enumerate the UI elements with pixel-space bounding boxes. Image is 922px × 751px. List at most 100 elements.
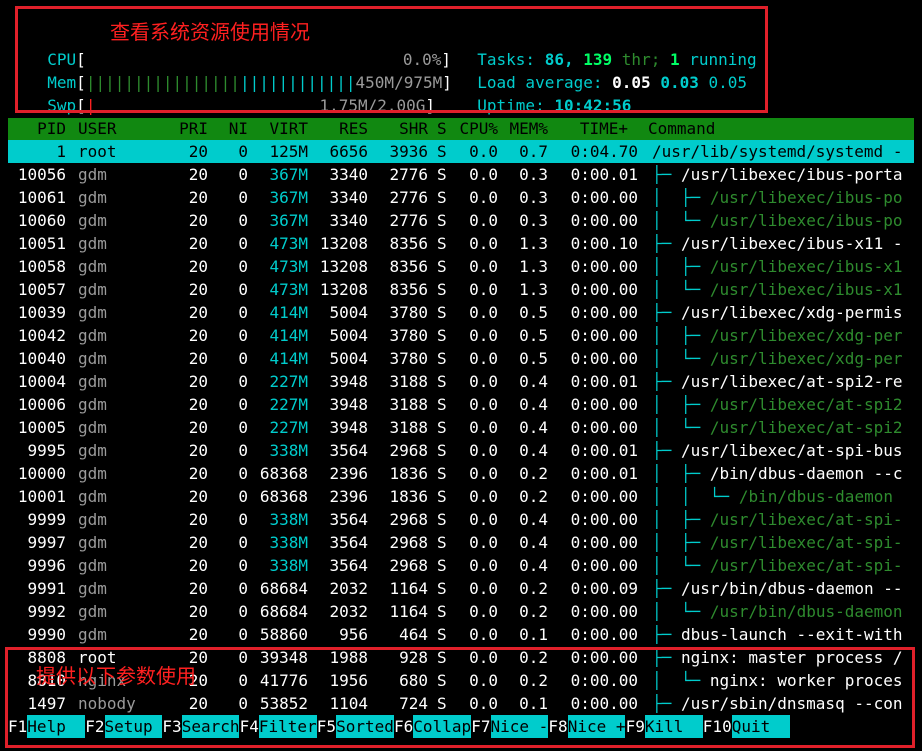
tree-branch: │ ├─: [652, 257, 710, 276]
cell-pri: 20: [188, 579, 208, 598]
tree-branch: ├─: [652, 625, 681, 644]
cell-pri: 20: [188, 188, 208, 207]
cell-command: /usr/libexec/at-spi-: [709, 533, 903, 552]
process-row[interactable]: 10057 gdm 20 0 473M 13208 8356 S 0.0 1.3 0:00.00 │ …: [8, 278, 914, 301]
cell-s: S: [437, 142, 447, 161]
process-row[interactable]: 10060 gdm 20 0 367M 3340 2776 S 0.0 0.3 0:00.00 │ └…: [8, 209, 914, 232]
cell-command: /usr/libexec/ibus-x1: [709, 280, 903, 299]
cell-mem: 0.2: [519, 579, 548, 598]
cell-time: 0:00.00: [570, 188, 638, 207]
cell-shr: 3936: [389, 142, 428, 161]
cell-shr: 2776: [389, 165, 428, 184]
column-header-user[interactable]: USER: [78, 118, 117, 140]
process-row[interactable]: 10006 gdm 20 0 227M 3948 3188 S 0.0 0.4 0:00.00 │ ├…: [8, 393, 914, 416]
cell-shr: 3780: [389, 326, 428, 345]
cell-time: 0:00.00: [570, 602, 638, 621]
process-row[interactable]: 9995 gdm 20 0 338M 3564 2968 S 0.0 0.4 0:00.01 ├─ /…: [8, 439, 914, 462]
process-row[interactable]: 10061 gdm 20 0 367M 3340 2776 S 0.0 0.3 0:00.00 │ ├…: [8, 186, 914, 209]
process-row[interactable]: 10040 gdm 20 0 414M 5004 3780 S 0.0 0.5 0:00.00 │ └…: [8, 347, 914, 370]
cell-cpu: 0.0: [469, 326, 498, 345]
cell-ni: 0: [238, 464, 248, 483]
column-header-s[interactable]: S: [437, 118, 447, 140]
column-header-shr[interactable]: SHR: [399, 118, 428, 140]
cell-cpu: 0.0: [469, 579, 498, 598]
cell-res: 3564: [329, 441, 368, 460]
cell-virt: 338M: [269, 510, 308, 529]
cell-s: S: [437, 280, 447, 299]
process-row[interactable]: 10058 gdm 20 0 473M 13208 8356 S 0.0 1.3 0:00.00 │ …: [8, 255, 914, 278]
cell-time: 0:00.00: [570, 533, 638, 552]
process-row[interactable]: 10051 gdm 20 0 473M 13208 8356 S 0.0 1.3 0:00.10 ├─…: [8, 232, 914, 255]
process-row[interactable]: 9991 gdm 20 0 68684 2032 1164 S 0.0 0.2 0:00.09 ├─ …: [8, 577, 914, 600]
column-header-virt[interactable]: VIRT: [269, 118, 308, 140]
cell-cpu: 0.0: [469, 280, 498, 299]
process-row[interactable]: 10042 gdm 20 0 414M 5004 3780 S 0.0 0.5 0:00.00 │ ├…: [8, 324, 914, 347]
cell-pid: 10000: [17, 464, 66, 483]
process-row[interactable]: 9990 gdm 20 0 58860 956 464 S 0.0 0.1 0:00.00 ├─ db…: [8, 623, 914, 646]
process-row[interactable]: 10056 gdm 20 0 367M 3340 2776 S 0.0 0.3 0:00.01 ├─ …: [8, 163, 914, 186]
cell-pid: 10006: [17, 395, 66, 414]
cell-virt: 68684: [259, 579, 308, 598]
process-row[interactable]: 9992 gdm 20 0 68684 2032 1164 S 0.0 0.2 0:00.00 │ └…: [8, 600, 914, 623]
cell-s: S: [437, 303, 447, 322]
cell-res: 3564: [329, 556, 368, 575]
process-row[interactable]: 10039 gdm 20 0 414M 5004 3780 S 0.0 0.5 0:00.00 ├─ …: [8, 301, 914, 324]
cell-pri: 20: [188, 533, 208, 552]
cell-shr: 2776: [389, 211, 428, 230]
cell-ni: 0: [238, 625, 248, 644]
column-header-command[interactable]: Command: [648, 118, 715, 140]
cell-pid: 10051: [17, 234, 66, 253]
cell-pri: 20: [188, 487, 208, 506]
cell-shr: 2968: [389, 441, 428, 460]
cell-res: 13208: [319, 280, 368, 299]
cell-cpu: 0.0: [469, 303, 498, 322]
column-header-pri[interactable]: PRI: [179, 118, 208, 140]
cell-virt: 68684: [259, 602, 308, 621]
process-row[interactable]: 10005 gdm 20 0 227M 3948 3188 S 0.0 0.4 0:00.00 │ └…: [8, 416, 914, 439]
cell-pid: 10042: [17, 326, 66, 345]
cell-time: 0:00.01: [570, 372, 638, 391]
cell-pid: 10039: [17, 303, 66, 322]
cell-ni: 0: [238, 257, 248, 276]
column-header-mem[interactable]: MEM%: [509, 118, 548, 140]
cell-ni: 0: [238, 602, 248, 621]
column-header-cpu[interactable]: CPU%: [459, 118, 498, 140]
cell-cpu: 0.0: [469, 372, 498, 391]
cell-user: gdm: [78, 280, 107, 299]
cell-command: /usr/libexec/xdg-per: [709, 326, 903, 345]
tree-branch: │ ├─: [652, 464, 710, 483]
cell-pid: 9990: [27, 625, 66, 644]
cell-mem: 0.7: [519, 142, 548, 161]
cell-mem: 1.3: [519, 257, 548, 276]
cell-time: 0:00.00: [570, 556, 638, 575]
cell-res: 3340: [329, 188, 368, 207]
cell-pid: 9992: [27, 602, 66, 621]
cell-shr: 1164: [389, 579, 428, 598]
process-row[interactable]: 9997 gdm 20 0 338M 3564 2968 S 0.0 0.4 0:00.00 │ ├─…: [8, 531, 914, 554]
column-header-res[interactable]: RES: [339, 118, 368, 140]
cell-virt: 227M: [269, 372, 308, 391]
cell-res: 5004: [329, 326, 368, 345]
cell-s: S: [437, 579, 447, 598]
cell-pri: 20: [188, 257, 208, 276]
column-header[interactable]: PID USER PRI NI VIRT RES SHR S CPU% MEM% TIME+ Comm…: [8, 118, 914, 140]
cell-time: 0:00.00: [570, 510, 638, 529]
process-row[interactable]: 10004 gdm 20 0 227M 3948 3188 S 0.0 0.4 0:00.01 ├─ …: [8, 370, 914, 393]
cell-time: 0:00.09: [570, 579, 638, 598]
process-row[interactable]: 10000 gdm 20 0 68368 2396 1836 S 0.0 0.2 0:00.01 │ …: [8, 462, 914, 485]
process-row[interactable]: 9999 gdm 20 0 338M 3564 2968 S 0.0 0.4 0:00.00 │ ├─…: [8, 508, 914, 531]
cell-pri: 20: [188, 510, 208, 529]
column-header-ni[interactable]: NI: [229, 118, 248, 140]
cell-pid: 10005: [17, 418, 66, 437]
cell-shr: 1836: [389, 487, 428, 506]
cell-pri: 20: [188, 418, 208, 437]
process-row[interactable]: 1 root 20 0 125M 6656 3936 S 0.0 0.7 0:04.70/usr/l…: [8, 140, 914, 163]
cell-user: gdm: [78, 395, 107, 414]
cell-user: gdm: [78, 326, 107, 345]
column-header-pid[interactable]: PID: [37, 118, 66, 140]
cell-pid: 10001: [17, 487, 66, 506]
column-header-time[interactable]: TIME+: [580, 118, 628, 140]
process-row[interactable]: 9996 gdm 20 0 338M 3564 2968 S 0.0 0.4 0:00.00 │ └─…: [8, 554, 914, 577]
cell-res: 6656: [329, 142, 368, 161]
process-row[interactable]: 10001 gdm 20 0 68368 2396 1836 S 0.0 0.2 0:00.00 │ …: [8, 485, 914, 508]
